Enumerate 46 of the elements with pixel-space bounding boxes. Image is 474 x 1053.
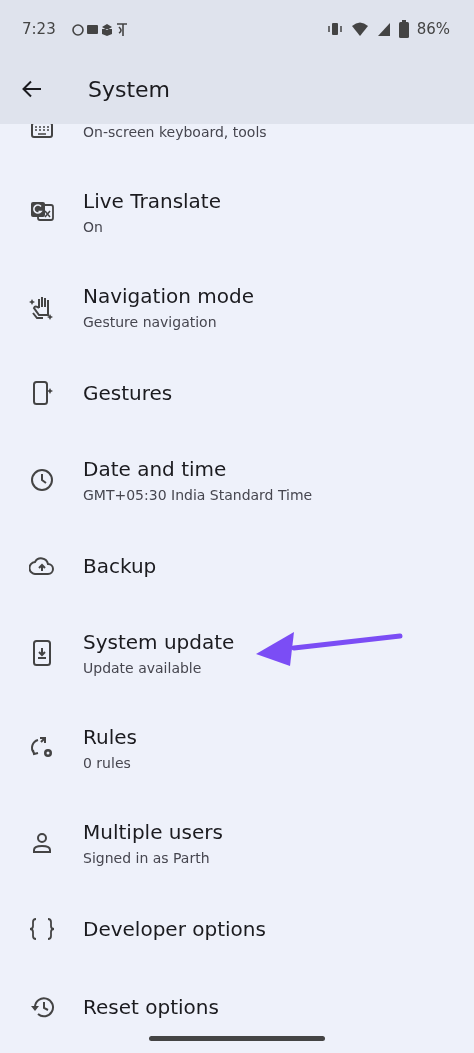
item-title: Navigation mode bbox=[83, 283, 254, 308]
settings-item[interactable]: Date and time GMT+05:30 India Standard Time bbox=[0, 432, 474, 527]
settings-item[interactable]: Navigation mode Gesture navigation bbox=[0, 259, 474, 354]
item-subtitle: Gesture navigation bbox=[83, 313, 218, 330]
item-title: System update bbox=[83, 629, 235, 654]
wifi-icon bbox=[350, 20, 369, 37]
item-title: Live Translate bbox=[83, 188, 221, 213]
status-time: 7:23 bbox=[22, 19, 56, 38]
rules-icon bbox=[29, 735, 55, 760]
code-braces-icon bbox=[29, 917, 55, 941]
settings-item[interactable]: On-screen keyboard, tools bbox=[0, 124, 474, 164]
item-title: Reset options bbox=[83, 995, 219, 1019]
item-title: Developer options bbox=[83, 917, 266, 941]
cloud-upload-icon bbox=[29, 557, 55, 575]
back-icon[interactable] bbox=[22, 80, 42, 98]
settings-item[interactable]: Live Translate On bbox=[0, 164, 474, 259]
item-subtitle: On bbox=[83, 218, 104, 235]
settings-item[interactable]: Multiple users Signed in as Parth bbox=[0, 795, 474, 890]
item-title: Date and time bbox=[83, 456, 228, 481]
item-title: Rules bbox=[83, 724, 137, 749]
battery-percent: 86% bbox=[416, 19, 450, 38]
vibrate-icon bbox=[326, 20, 343, 37]
settings-item[interactable]: Reset options bbox=[0, 968, 474, 1046]
history-icon bbox=[29, 995, 55, 1019]
keyboard-icon bbox=[30, 124, 54, 138]
battery-icon bbox=[398, 19, 409, 38]
settings-item[interactable]: Rules 0 rules bbox=[0, 700, 474, 795]
item-subtitle: GMT+05:30 India Standard Time bbox=[83, 486, 313, 503]
settings-item[interactable]: Backup bbox=[0, 527, 474, 605]
item-subtitle: Signed in as Parth bbox=[83, 849, 211, 866]
item-subtitle: Update available bbox=[83, 659, 203, 676]
item-title: Multiple users bbox=[83, 819, 223, 844]
system-update-icon bbox=[32, 639, 52, 666]
person-icon bbox=[31, 831, 53, 854]
clock-icon bbox=[30, 467, 54, 492]
item-title: Backup bbox=[83, 554, 157, 578]
settings-item[interactable]: Developer options bbox=[0, 890, 474, 968]
item-subtitle: 0 rules bbox=[83, 754, 132, 771]
item-title: Gestures bbox=[83, 381, 173, 405]
phone-icon bbox=[30, 380, 54, 406]
settings-item[interactable]: Gestures bbox=[0, 354, 474, 432]
item-subtitle: On-screen keyboard, tools bbox=[83, 124, 267, 140]
page-title: System bbox=[88, 76, 171, 102]
notification-icon bbox=[71, 20, 128, 37]
settings-item[interactable]: System update Update available bbox=[0, 605, 474, 700]
translate-icon bbox=[29, 199, 55, 224]
